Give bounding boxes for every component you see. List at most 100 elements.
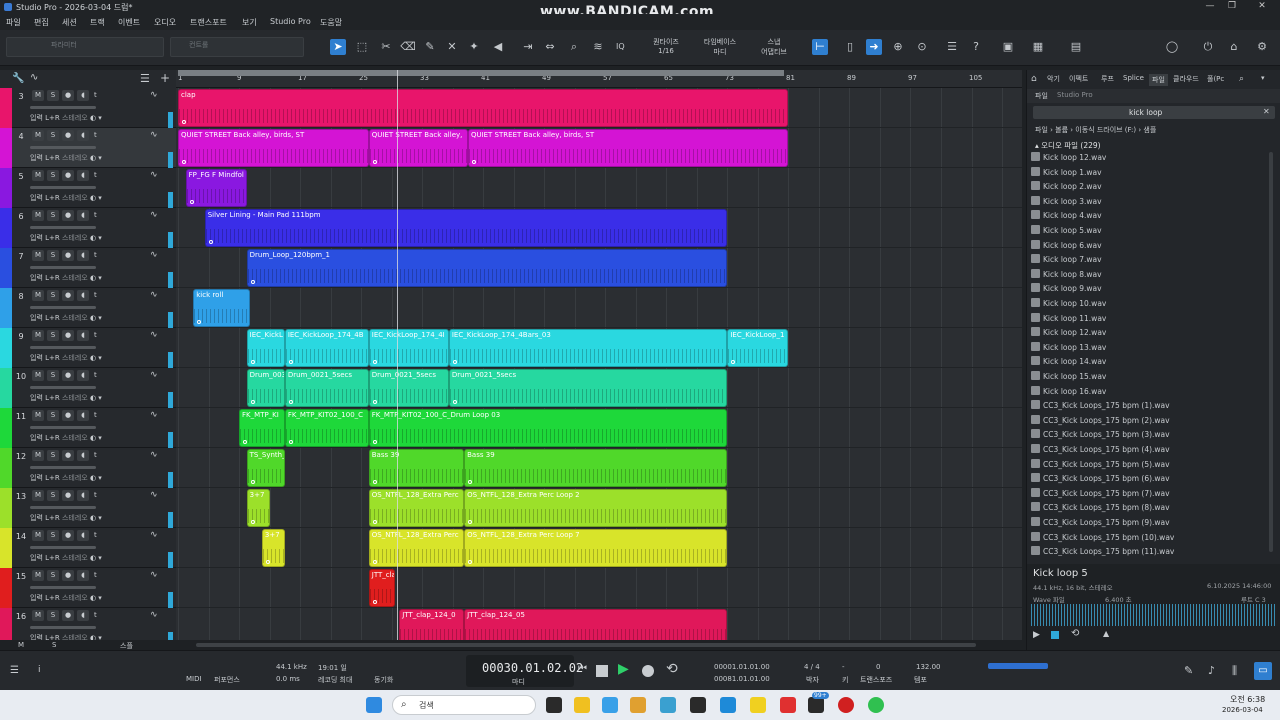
volume-slider[interactable] (30, 106, 96, 109)
input-select[interactable]: 입력 L+R 스테레오 ◐ ▾ (30, 473, 102, 483)
automation-icon[interactable]: ∿ (150, 570, 158, 580)
file-item[interactable]: CC3_Kick Loops_175 bpm (5).wav (1031, 458, 1170, 473)
file-item[interactable]: Kick loop 13.wav (1031, 341, 1106, 356)
solo-button[interactable]: S (47, 90, 59, 101)
volume-slider[interactable] (30, 626, 96, 629)
mute-button[interactable]: M (32, 130, 44, 141)
file-item[interactable]: CC3_Kick Loops_175 bpm (10).wav (1031, 531, 1174, 546)
timebase-icon[interactable]: t (94, 331, 97, 339)
wrench-icon[interactable]: 🔧 (12, 73, 24, 84)
automation-icon[interactable]: ∿ (150, 530, 158, 540)
track-header[interactable]: 12 M S ● ◖ t ∿ 입력 L+R 스테레오 ◐ ▾ (0, 448, 176, 488)
monitor-button[interactable]: ◖ (77, 130, 89, 141)
edge-icon[interactable] (720, 697, 736, 713)
loop-icon[interactable]: ⟲ (666, 661, 678, 677)
audio-clip[interactable]: IEC_KickLoop_1 (727, 329, 789, 367)
timebase-icon[interactable]: t (94, 291, 97, 299)
file-item[interactable]: Kick loop 11.wav (1031, 312, 1106, 327)
audio-clip[interactable]: OS_NTFL_128_Extra Perc (368, 489, 465, 527)
view-icon[interactable]: ▣ (1000, 39, 1016, 55)
audio-clip[interactable]: IEC_KickLoop_174_4Bars_03 (448, 329, 728, 367)
clip-handle[interactable] (189, 200, 194, 204)
volume-slider[interactable] (30, 506, 96, 509)
follow-icon[interactable]: ▯ (842, 39, 858, 55)
record-arm-button[interactable]: ● (62, 450, 74, 461)
mute-tool-icon[interactable]: ✕ (444, 39, 460, 55)
file-item[interactable]: Kick loop 7.wav (1031, 254, 1102, 268)
solo-button[interactable]: S (47, 570, 59, 581)
automation-icon[interactable]: ∿ (150, 90, 158, 100)
app-icon[interactable] (780, 697, 796, 713)
task-view-icon[interactable] (546, 697, 562, 713)
crosshair-icon[interactable]: ⊙ (914, 39, 930, 55)
settings-icon[interactable]: ⚙ (1254, 39, 1270, 55)
clip-handle[interactable] (250, 520, 255, 524)
monitor-button[interactable]: ◖ (77, 210, 89, 221)
app-icon[interactable] (602, 697, 618, 713)
file-item[interactable]: CC3_Kick Loops_175 bpm (1).wav (1031, 400, 1170, 414)
automation-icon[interactable]: ∿ (30, 72, 38, 83)
file-item[interactable]: Kick loop 15.wav (1031, 371, 1106, 385)
audio-clip[interactable]: Bass 39 (368, 449, 465, 487)
timebase-icon[interactable]: t (94, 451, 97, 459)
audio-clip[interactable]: Silver Lining - Main Pad 111bpm (204, 209, 728, 247)
audio-clip[interactable]: IEC_KickLoop_174_4I (368, 329, 449, 367)
key-value[interactable]: - (842, 663, 845, 671)
track-header[interactable]: 15 M S ● ◖ t ∿ 입력 L+R 스테레오 ◐ ▾ (0, 568, 176, 608)
play-icon[interactable]: ▶ (618, 661, 629, 677)
audio-clip[interactable]: TS_Synth_ (246, 449, 285, 487)
browser-search-icon[interactable]: ⌕ (1239, 74, 1244, 84)
iq-button[interactable]: IQ (616, 42, 625, 51)
rewind-icon[interactable]: ⏮ (578, 663, 587, 674)
arrange-view[interactable]: clap QUIET STREET Back alley, birds, ST QU… (176, 88, 1022, 640)
audio-clip[interactable]: Bass 39 (464, 449, 728, 487)
audio-clip[interactable]: OS_NTFL_128_Extra Perc (368, 529, 465, 567)
menu-event[interactable]: 이벤트 (118, 17, 140, 28)
record-arm-button[interactable]: ● (62, 490, 74, 501)
clip-handle[interactable] (731, 360, 736, 364)
file-explorer-icon[interactable] (630, 697, 646, 713)
timebase-value[interactable]: 마디 (698, 47, 742, 57)
monitor-button[interactable]: ◖ (77, 370, 89, 381)
mute-button[interactable]: M (32, 370, 44, 381)
input-select[interactable]: 입력 L+R 스테레오 ◐ ▾ (30, 433, 102, 443)
home-icon[interactable]: ⌂ (1226, 39, 1242, 55)
mixer-icon[interactable]: ☰ (944, 39, 960, 55)
mute-button[interactable]: M (32, 570, 44, 581)
playhead-cursor[interactable] (397, 70, 398, 640)
clip-handle[interactable] (288, 400, 293, 404)
automation-icon[interactable]: ∿ (150, 290, 158, 300)
breadcrumb-item[interactable]: 볼륨 (1055, 126, 1068, 134)
clip-handle[interactable] (250, 400, 255, 404)
file-item[interactable]: Kick loop 6.wav (1031, 239, 1102, 254)
loop-end[interactable]: 00081.01.01.00 (714, 675, 770, 683)
record-arm-button[interactable]: ● (62, 130, 74, 141)
clip-handle[interactable] (243, 440, 248, 444)
menu-help[interactable]: 도움말 (320, 17, 342, 28)
track-lane[interactable] (176, 288, 1022, 328)
automation-icon[interactable]: ∿ (150, 250, 158, 260)
close-button[interactable]: ✕ (1252, 1, 1272, 11)
timebase-icon[interactable]: t (94, 91, 97, 99)
tab-files[interactable]: 파일 (1149, 74, 1168, 86)
preview-stop-icon[interactable] (1051, 631, 1059, 639)
clip-handle[interactable] (208, 240, 213, 244)
clip-handle[interactable] (250, 360, 255, 364)
menu-studio-pro[interactable]: Studio Pro (270, 17, 311, 26)
automation-icon[interactable]: ∿ (150, 450, 158, 460)
console-menu-icon[interactable]: ☰ (10, 665, 19, 676)
stop-icon[interactable] (596, 665, 608, 677)
volume-slider[interactable] (30, 266, 96, 269)
mixer-view-icon[interactable]: ⫼ (1232, 664, 1237, 678)
input-select[interactable]: 입력 L+R 스테레오 ◐ ▾ (30, 353, 102, 363)
timebase-icon[interactable]: t (94, 611, 97, 619)
track-header[interactable]: 14 M S ● ◖ t ∿ 입력 L+R 스테레오 ◐ ▾ (0, 528, 176, 568)
automation-icon[interactable]: ∿ (150, 370, 158, 380)
grid-view-icon[interactable]: ▦ (1030, 39, 1046, 55)
monitor-button[interactable]: ◖ (77, 530, 89, 541)
input-select[interactable]: 입력 L+R 스테레오 ◐ ▾ (30, 513, 102, 523)
track-header[interactable]: 9 M S ● ◖ t ∿ 입력 L+R 스테레오 ◐ ▾ (0, 328, 176, 368)
preview-metronome-icon[interactable]: ▲ (1103, 629, 1109, 638)
mute-button[interactable]: M (32, 90, 44, 101)
tab-splice[interactable]: Splice (1123, 74, 1144, 82)
